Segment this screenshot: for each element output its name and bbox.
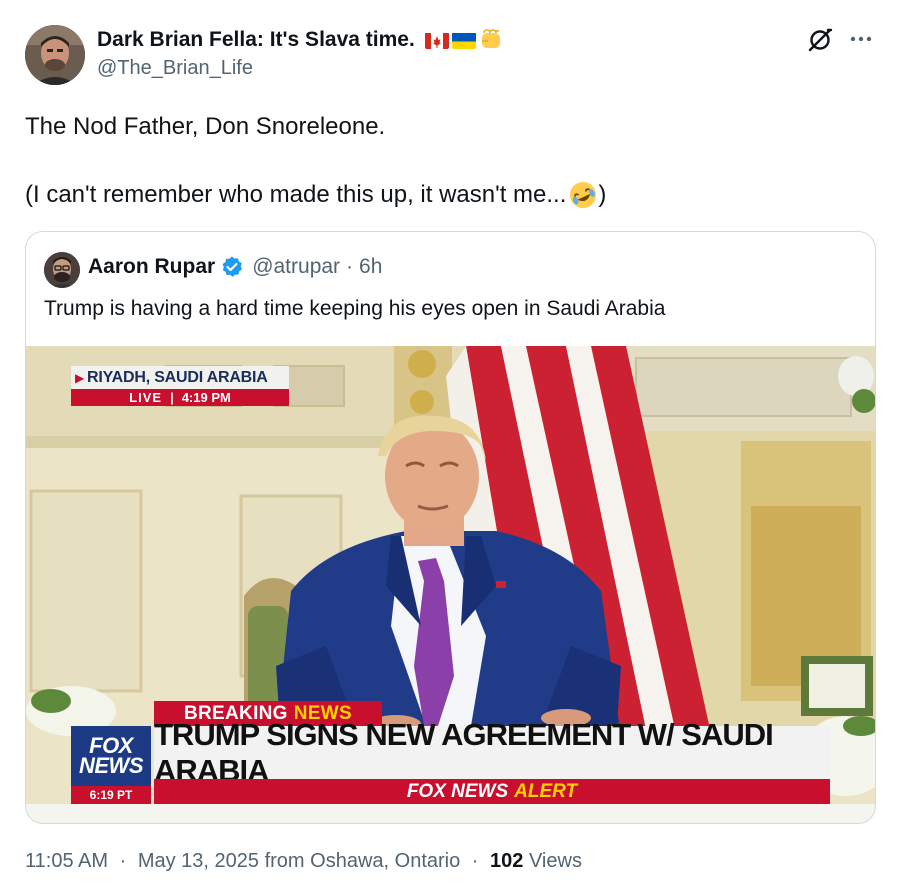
network-time: 6:19 PT [71, 786, 151, 804]
alert-prefix: FOX NEWS [406, 780, 509, 802]
quoted-tweet-card[interactable]: Aaron Rupar @atrupar · 6h Trump is havin… [25, 231, 876, 824]
quoted-author-avatar[interactable] [44, 252, 80, 288]
alert-word: ALERT [514, 780, 578, 802]
fox-news-alert-bar: FOX NEWS ALERT [154, 779, 830, 804]
flag-canada-icon [424, 32, 449, 49]
tweet-time[interactable]: 11:05 AM [25, 850, 108, 872]
metadata-separator-2: · [471, 850, 479, 872]
fist-emoji-icon [479, 29, 503, 51]
flag-ukraine-icon [451, 32, 476, 49]
fox-logo-line-2: NEWS [79, 753, 144, 778]
quoted-tweet-header: Aaron Rupar @atrupar · 6h [88, 255, 382, 279]
author-avatar[interactable] [25, 25, 85, 85]
author-name[interactable]: Dark Brian Fella: It's Slava time. [97, 28, 415, 52]
tweet-date[interactable]: May 13, 2025 [138, 850, 259, 872]
quoted-tweet-text: Trump is having a hard time keeping his … [44, 297, 666, 320]
fox-news-logo: FOX NEWS 6:19 PT [71, 726, 151, 804]
tweet-line-2-end: ) [598, 181, 607, 208]
tweet-text: The Nod Father, Don Snoreleone. (I can't… [25, 110, 875, 212]
author-name-row[interactable]: Dark Brian Fella: It's Slava time. [97, 28, 503, 52]
live-time: 4:19 PM [181, 390, 231, 405]
location-label: RIYADH, SAUDI ARABIA [87, 368, 268, 386]
quoted-timestamp[interactable]: 6h [359, 255, 382, 279]
metadata-separator: · [119, 850, 127, 872]
location-lower-third: ▶ RIYADH, SAUDI ARABIA LIVE | 4:19 PM [71, 366, 289, 406]
quoted-separator: · [346, 255, 354, 278]
live-divider: | [170, 390, 174, 405]
author-handle[interactable]: @The_Brian_Life [97, 57, 253, 80]
quoted-author-handle[interactable]: @atrupar [252, 255, 340, 279]
views-count: 102 [490, 850, 524, 872]
location-label-bar: ▶ RIYADH, SAUDI ARABIA [71, 366, 289, 389]
tweet-metadata: 11:05 AM · May 13, 2025 from Oshawa, Ont… [25, 850, 582, 873]
news-headline: TRUMP SIGNS NEW AGREEMENT W/ SAUDI ARABI… [154, 717, 830, 788]
tweet-line-1: The Nod Father, Don Snoreleone. [25, 113, 386, 140]
tweet-location: from Oshawa, Ontario [264, 850, 461, 872]
author-name-emojis [424, 29, 503, 51]
play-triangle-icon: ▶ [75, 370, 85, 385]
tweet-line-2: (I can't remember who made this up, it w… [25, 178, 875, 212]
tweet-line-2-text: (I can't remember who made this up, it w… [25, 181, 567, 208]
verified-badge-icon[interactable] [220, 255, 244, 279]
quoted-author-name[interactable]: Aaron Rupar [88, 255, 215, 279]
live-label: LIVE [129, 390, 163, 405]
live-bar: LIVE | 4:19 PM [71, 389, 289, 406]
quoted-media-video[interactable]: ▶ RIYADH, SAUDI ARABIA LIVE | 4:19 PM BR… [26, 346, 875, 823]
more-options-icon[interactable] [848, 26, 874, 52]
views-label: Views [528, 850, 582, 872]
rofl-emoji-icon [568, 180, 598, 210]
grok-icon[interactable] [806, 26, 834, 54]
